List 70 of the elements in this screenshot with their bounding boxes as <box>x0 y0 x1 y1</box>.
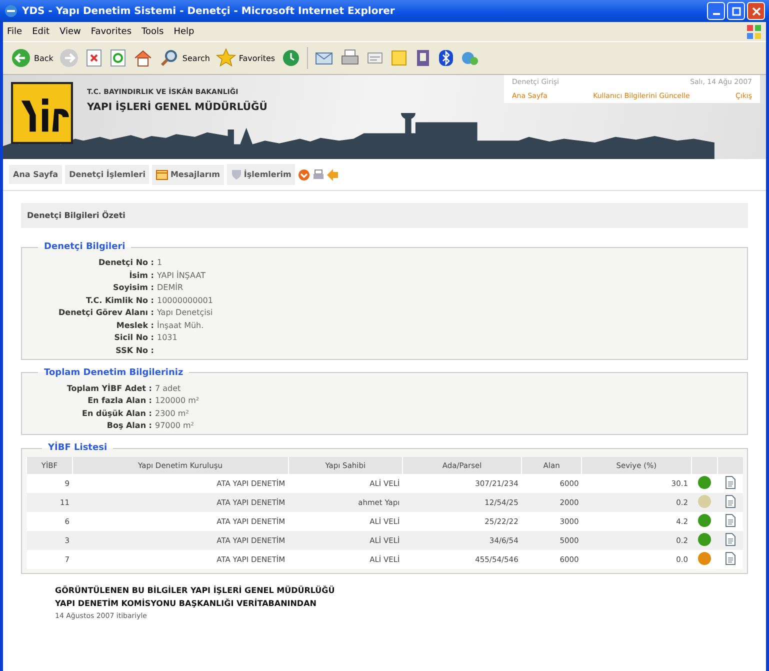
close-icon <box>752 6 760 16</box>
browser-icon <box>4 4 18 18</box>
nav-tab[interactable]: Denetçi İşlemleri <box>65 165 150 184</box>
menu-item[interactable]: Favorites <box>90 26 132 36</box>
field-label: Meslek : <box>115 320 154 330</box>
back-icon <box>11 48 31 68</box>
field-label: Toplam YİBF Adet : <box>66 384 152 392</box>
search-button[interactable]: Search <box>159 48 210 68</box>
field-label: T.C. Kimlik No : <box>84 296 154 304</box>
menu-item[interactable]: File <box>7 26 22 36</box>
field-value: 10000000001 <box>157 296 213 304</box>
footer-text: GÖRÜNTÜLENEN BU BİLGİLER YAPI İŞLERİ GENEL MÜDÜRLÜĞÜ <box>55 586 336 595</box>
footer-text: YAPI DENETİM KOMİSYONU BAŞKANLIĞI VERİTABANINDAN <box>55 599 318 608</box>
window-title: YDS - Yapı Denetim Sistemi - Denetçi - Microsoft Internet Explorer <box>22 6 396 16</box>
field-label: En fazla Alan : <box>86 396 152 405</box>
menu-item[interactable]: Tools <box>142 26 164 36</box>
field-value: 7 adet <box>155 384 181 392</box>
document-icon[interactable] <box>724 495 736 508</box>
field-value: DEMİR <box>157 283 184 292</box>
bluetooth-icon[interactable] <box>438 49 454 67</box>
panel-title: Toplam Denetim Bilgileriniz <box>43 368 184 378</box>
search-icon <box>159 48 180 68</box>
field-value: YAPI İNŞAAT <box>157 270 206 280</box>
menu-item[interactable]: Edit <box>32 26 50 36</box>
field-label: Denetçi No : <box>98 258 154 267</box>
field-label: Soyisim : <box>112 283 154 292</box>
print-icon[interactable] <box>313 168 324 180</box>
menu-item[interactable]: View <box>60 26 81 36</box>
document-icon[interactable] <box>724 476 736 489</box>
organization-name: YAPI İŞLERİ GENEL MÜDÜRLÜĞÜ <box>87 102 268 113</box>
minimize-button[interactable] <box>707 2 725 20</box>
refresh-icon[interactable] <box>109 49 128 67</box>
history-icon[interactable] <box>281 48 302 68</box>
field-label: İsim : <box>128 270 154 280</box>
summary-header: Denetçi Bilgileri Özeti <box>21 203 748 228</box>
document-icon[interactable] <box>724 514 736 527</box>
field-value: 120000 m² <box>155 396 200 405</box>
field-label: En düşük Alan : <box>81 408 152 418</box>
favorites-button[interactable]: Favorites <box>216 48 276 68</box>
windows-logo-icon <box>746 24 762 40</box>
nav-tab[interactable]: İşlemlerim <box>226 164 296 185</box>
nav-tab[interactable]: Ana Sayfa <box>9 165 62 184</box>
close-button[interactable] <box>747 2 765 20</box>
minimize-icon <box>712 12 720 14</box>
maximize-icon <box>732 6 740 16</box>
menu-item[interactable]: Help <box>174 26 194 36</box>
field-value: 1031 <box>157 333 178 342</box>
print-icon[interactable] <box>340 49 360 67</box>
logo-icon <box>11 82 73 144</box>
home-icon[interactable] <box>133 49 154 67</box>
panel-title: Denetçi Bilgileri <box>43 242 126 252</box>
field-label: Denetçi Görev Alanı : <box>58 308 154 317</box>
network-icon[interactable] <box>460 49 480 67</box>
field-value: İnşaat Müh. <box>157 320 204 330</box>
stop-icon[interactable] <box>85 49 104 67</box>
field-value: Yapı Denetçisi <box>157 308 213 317</box>
field-label: Boş Alan : <box>106 421 152 430</box>
field-value: 2300 m² <box>155 408 189 418</box>
nav-tab[interactable]: Mesajlarım <box>152 164 224 184</box>
field-value: 97000 m² <box>155 421 194 430</box>
back-button[interactable]: Back <box>11 48 54 68</box>
document-icon[interactable] <box>724 552 736 565</box>
star-icon <box>216 48 236 68</box>
panel-title: YİBF Listesi <box>47 443 108 453</box>
document-icon[interactable] <box>724 533 736 546</box>
field-label: SSK No : <box>114 346 154 354</box>
field-value: 1 <box>157 258 162 267</box>
field-label: Sicil No : <box>113 333 154 342</box>
shield-icon <box>230 169 242 180</box>
maximize-button[interactable] <box>727 2 745 20</box>
